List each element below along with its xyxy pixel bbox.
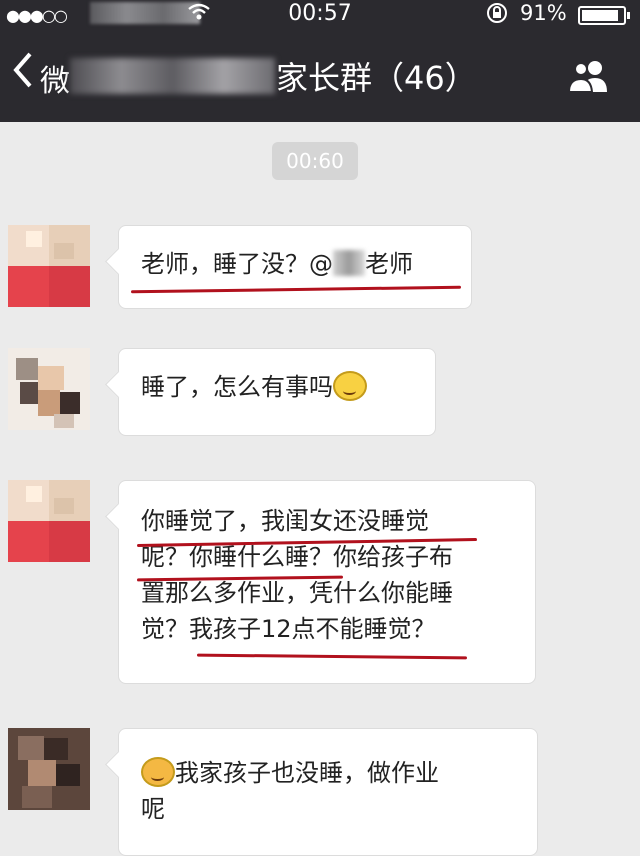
- message-text: 老师，睡了没？@: [141, 250, 333, 278]
- chat-timestamp: 00:60: [272, 142, 358, 180]
- group-name-blurred: [70, 58, 275, 94]
- message-line: 觉？我孩子12点不能睡觉？: [141, 615, 436, 643]
- message-bubble[interactable]: 睡了，怎么有事吗: [118, 348, 436, 436]
- group-title: 家长群（46）: [276, 59, 477, 97]
- avatar[interactable]: [8, 480, 90, 562]
- message-bubble[interactable]: 我家孩子也没睡，做作业 呢: [118, 728, 538, 856]
- message-line: 你睡觉了，我闺女还没睡觉: [141, 507, 429, 535]
- avatar[interactable]: [8, 728, 90, 810]
- message-text: 老师: [365, 250, 413, 278]
- message-text: 睡了，怎么有事吗: [141, 373, 333, 401]
- back-chevron-icon[interactable]: [8, 48, 36, 99]
- crying-emoji-icon: [141, 757, 175, 787]
- teacher-name-blurred: [333, 250, 365, 276]
- message-line: 呢: [141, 795, 165, 823]
- confused-emoji-icon: [333, 371, 367, 401]
- rotation-lock-icon: [486, 2, 508, 29]
- avatar[interactable]: [8, 225, 90, 307]
- message-bubble[interactable]: 老师，睡了没？@ 老师: [118, 225, 472, 309]
- back-button-label[interactable]: 微: [40, 56, 70, 100]
- battery-percent: 91%: [520, 1, 567, 25]
- red-underline: [130, 285, 462, 294]
- message-bubble[interactable]: 你睡觉了，我闺女还没睡觉 呢？你睡什么睡？你给孩子布 置那么多作业，凭什么你能睡…: [118, 480, 536, 684]
- red-underline: [196, 653, 468, 660]
- battery-icon: [578, 6, 630, 25]
- message-line: 我家孩子也没睡，做作业: [175, 759, 439, 787]
- status-bar: ●●●○○ 00:57 91%: [0, 0, 640, 28]
- avatar[interactable]: [8, 348, 90, 430]
- group-members-icon[interactable]: [565, 58, 613, 103]
- chat-header: 微 家长群（46）: [0, 28, 640, 122]
